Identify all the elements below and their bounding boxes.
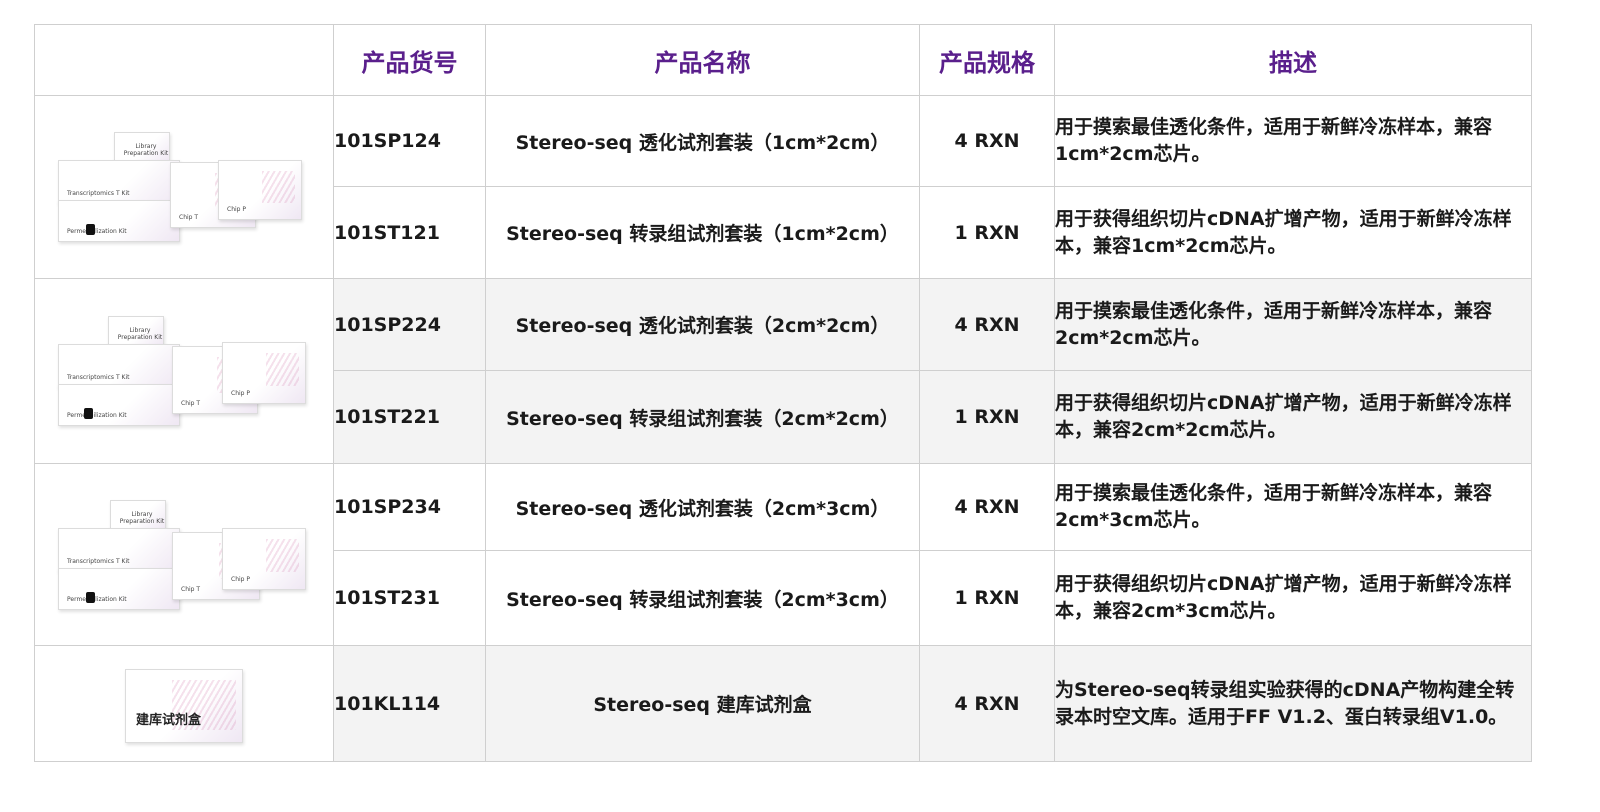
product-description: 用于获得组织切片cDNA扩增产物，适用于新鲜冷冻样本，兼容1cm*2cm芯片。 (1054, 186, 1532, 279)
header-product-spec: 产品规格 (919, 24, 1055, 96)
table-header-row: 产品货号 产品名称 产品规格 描述 (34, 24, 1532, 96)
product-spec: 4 RXN (919, 463, 1055, 551)
header-description: 描述 (1054, 24, 1532, 96)
product-name: Stereo-seq 转录组试剂套装（2cm*2cm） (485, 370, 920, 464)
kit-product-image: Library Preparation Kit Transcriptomics … (58, 499, 310, 610)
product-spec: 1 RXN (919, 370, 1055, 464)
kit-image-cell: Library Preparation Kit Transcriptomics … (34, 278, 334, 464)
product-code: 101SP224 (333, 278, 486, 371)
product-spec: 4 RXN (919, 278, 1055, 371)
product-spec: 1 RXN (919, 550, 1055, 646)
kit-product-image: Library Preparation Kit Transcriptomics … (58, 316, 310, 426)
product-name: Stereo-seq 转录组试剂套装（1cm*2cm） (485, 186, 920, 279)
product-code: 101SP124 (333, 95, 486, 187)
product-name: Stereo-seq 转录组试剂套装（2cm*3cm） (485, 550, 920, 646)
product-spec: 1 RXN (919, 186, 1055, 279)
kit-image-cell: Library Preparation Kit Transcriptomics … (34, 95, 334, 279)
table-row: 建库试剂盒 101KL114 Stereo-seq 建库试剂盒 4 RXN 为S… (34, 645, 1532, 762)
product-description: 为Stereo-seq转录组实验获得的cDNA产物构建全转录本时空文库。适用于F… (1054, 645, 1532, 762)
product-table: 产品货号 产品名称 产品规格 描述 Library Preparation Ki… (34, 24, 1532, 762)
kit-product-image: Library Preparation Kit Transcriptomics … (58, 132, 310, 242)
product-description: 用于获得组织切片cDNA扩增产物，适用于新鲜冷冻样本，兼容2cm*3cm芯片。 (1054, 550, 1532, 646)
product-description: 用于获得组织切片cDNA扩增产物，适用于新鲜冷冻样本，兼容2cm*2cm芯片。 (1054, 370, 1532, 464)
table-row: Library Preparation Kit Transcriptomics … (34, 95, 1532, 279)
table-row: Library Preparation Kit Transcriptomics … (34, 278, 1532, 464)
table-row: Library Preparation Kit Transcriptomics … (34, 463, 1532, 646)
product-code: 101ST121 (333, 186, 486, 279)
product-code: 101ST221 (333, 370, 486, 464)
header-image (34, 24, 334, 96)
product-code: 101KL114 (333, 645, 486, 762)
product-code: 101ST231 (333, 550, 486, 646)
product-description: 用于摸索最佳透化条件，适用于新鲜冷冻样本，兼容2cm*2cm芯片。 (1054, 278, 1532, 371)
product-name: Stereo-seq 建库试剂盒 (485, 645, 920, 762)
product-name: Stereo-seq 透化试剂套装（1cm*2cm） (485, 95, 920, 187)
product-spec: 4 RXN (919, 95, 1055, 187)
product-name: Stereo-seq 透化试剂套装（2cm*2cm） (485, 278, 920, 371)
product-description: 用于摸索最佳透化条件，适用于新鲜冷冻样本，兼容1cm*2cm芯片。 (1054, 95, 1532, 187)
kit-image-cell: 建库试剂盒 (34, 645, 334, 762)
header-product-code: 产品货号 (333, 24, 486, 96)
product-spec: 4 RXN (919, 645, 1055, 762)
library-kit-image: 建库试剂盒 (119, 659, 249, 749)
product-description: 用于摸索最佳透化条件，适用于新鲜冷冻样本，兼容2cm*3cm芯片。 (1054, 463, 1532, 551)
header-product-name: 产品名称 (485, 24, 920, 96)
kit-image-cell: Library Preparation Kit Transcriptomics … (34, 463, 334, 646)
product-code: 101SP234 (333, 463, 486, 551)
product-name: Stereo-seq 透化试剂套装（2cm*3cm） (485, 463, 920, 551)
